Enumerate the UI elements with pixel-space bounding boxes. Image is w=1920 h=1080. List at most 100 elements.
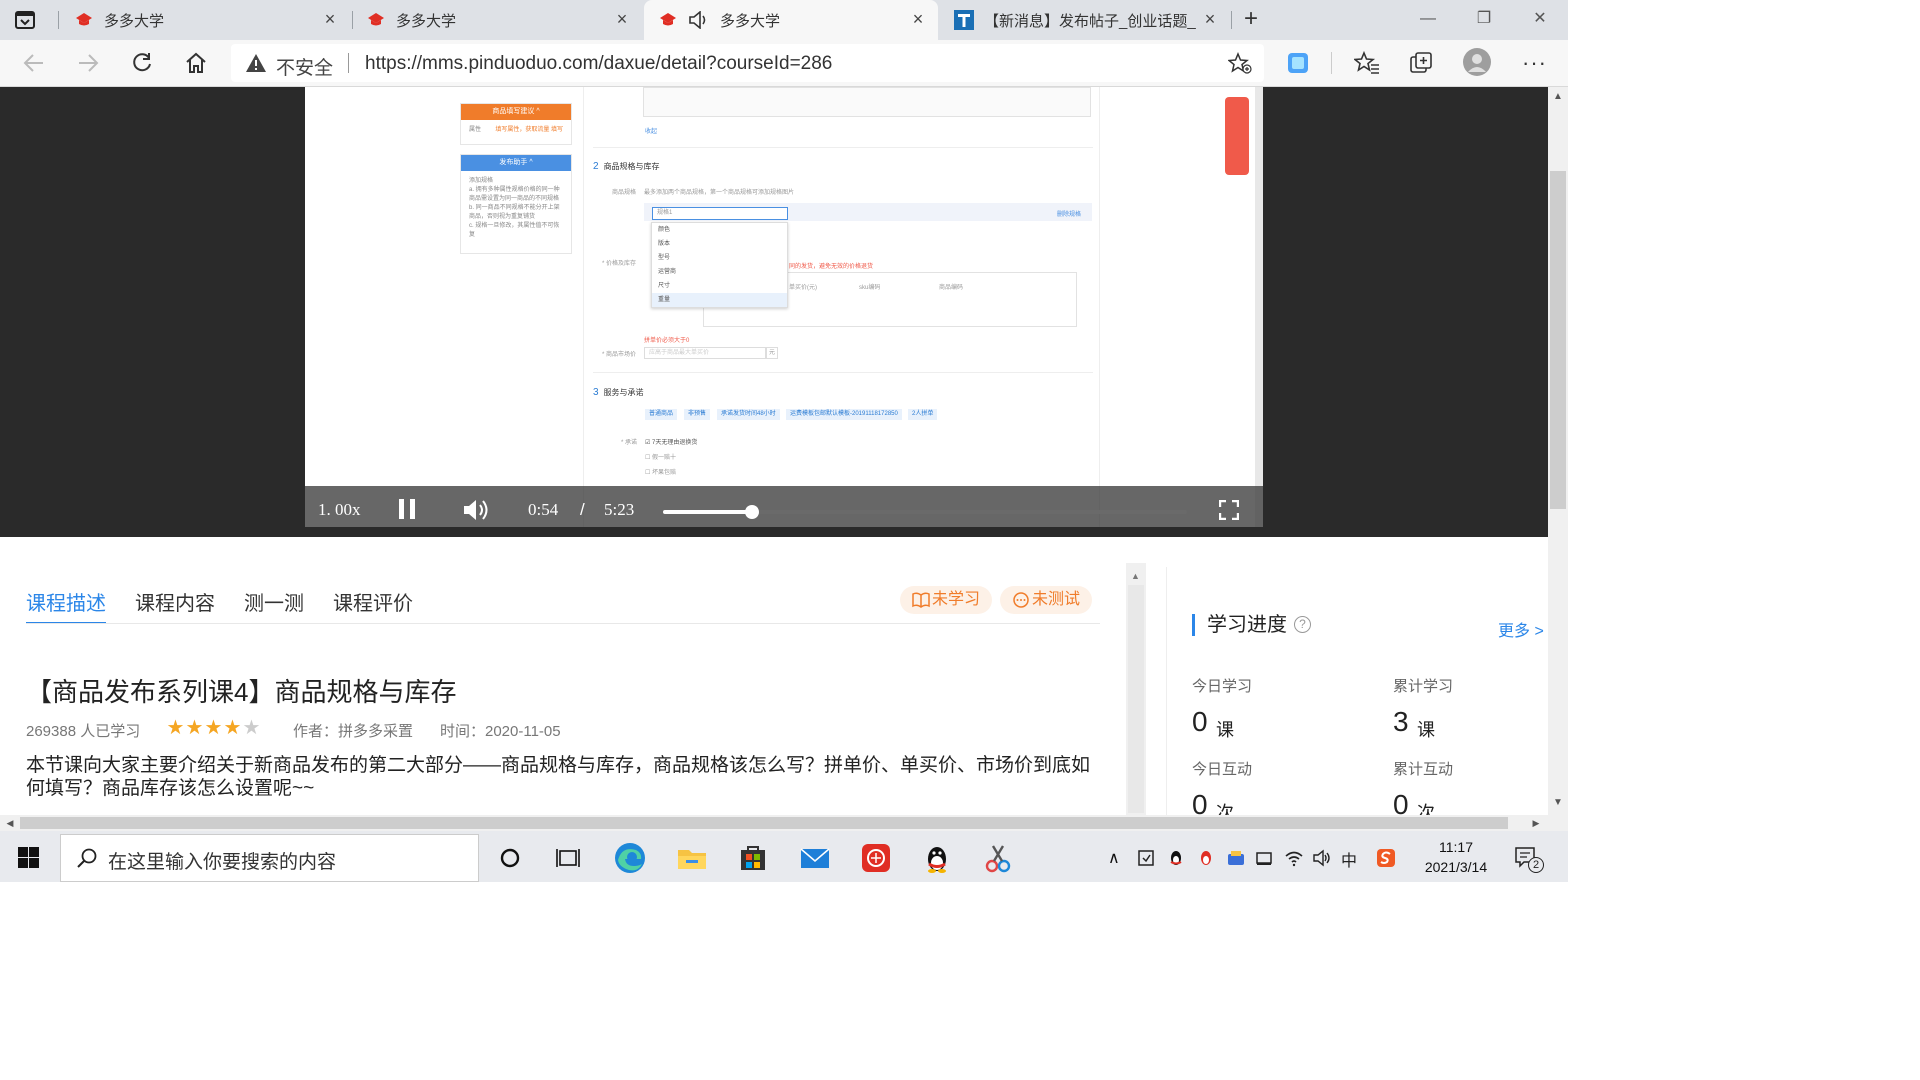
add-favorite-star-icon[interactable]: [1228, 52, 1252, 74]
clock-date: 2021/3/14: [1424, 859, 1488, 875]
scroll-right-arrow-icon[interactable]: ▶: [1530, 817, 1542, 829]
scroll-up-arrow-icon[interactable]: ▲: [1131, 571, 1140, 581]
wifi-icon[interactable]: [1284, 848, 1304, 868]
content-scrollbar-thumb[interactable]: [1128, 585, 1144, 813]
scroll-left-arrow-icon[interactable]: ◀: [4, 817, 16, 829]
browser-tab-1[interactable]: 多多大学 ×: [60, 0, 350, 40]
page-vertical-scrollbar[interactable]: ▲ ▼: [1548, 87, 1568, 815]
extension-icon[interactable]: [1285, 50, 1311, 76]
back-arrow-icon[interactable]: [21, 50, 47, 76]
video-frame-card-title: 商品填写建议 ^: [461, 104, 571, 120]
clipboard-tray-icon[interactable]: [1136, 848, 1156, 868]
chat-bubble-icon: [1013, 592, 1029, 608]
audio-playing-icon[interactable]: [688, 11, 710, 29]
address-bar[interactable]: 不安全 https://mms.pinduoduo.com/daxue/deta…: [231, 44, 1264, 82]
page-scrollbar-thumb[interactable]: [1550, 171, 1566, 509]
browser-tab-4[interactable]: 【新消息】发布帖子_创业话题_ ×: [940, 0, 1230, 40]
star-filled-icon: ★: [185, 717, 204, 739]
close-tab-icon[interactable]: ×: [910, 10, 926, 28]
cortana-icon[interactable]: [490, 838, 530, 878]
profile-avatar-icon[interactable]: [1463, 48, 1491, 76]
taskbar-search-box[interactable]: 在这里输入你要搜索的内容: [60, 834, 479, 882]
warning-triangle-icon[interactable]: [245, 53, 267, 73]
edge-browser-icon[interactable]: [610, 838, 650, 878]
clock-time: 11:17: [1439, 839, 1473, 855]
settings-more-icon[interactable]: ···: [1522, 50, 1547, 76]
tab-course-review[interactable]: 课程评价: [333, 587, 413, 623]
browser-toolbar: 不安全 https://mms.pinduoduo.com/daxue/deta…: [0, 40, 1568, 87]
snipping-tool-icon[interactable]: [978, 838, 1018, 878]
test-status-badge: 未测试: [1000, 586, 1093, 614]
tab-quiz[interactable]: 测一测: [244, 587, 304, 623]
qq-penguin-icon[interactable]: [917, 838, 957, 878]
volume-icon[interactable]: [462, 498, 490, 522]
scroll-up-arrow-icon[interactable]: ▲: [1552, 91, 1564, 102]
video-frame-suggestion-card: 商品填写建议 ^ 属性 填写属性，获取流量 填写: [460, 103, 572, 145]
playback-speed-button[interactable]: 1. 00x: [318, 500, 361, 520]
dropdown-option: 型号: [658, 255, 671, 261]
favorites-list-icon[interactable]: [1354, 50, 1380, 76]
sogou-input-icon[interactable]: [1376, 848, 1396, 868]
restore-button[interactable]: ❐: [1472, 8, 1496, 30]
content-scrollbar[interactable]: ▲: [1126, 563, 1146, 815]
home-icon[interactable]: [183, 50, 209, 76]
reload-icon[interactable]: [129, 50, 155, 76]
tab-separator: [58, 11, 59, 29]
device-tray-icon[interactable]: [1254, 848, 1274, 868]
video-progress-handle[interactable]: [745, 505, 760, 519]
current-time: 0:54: [528, 500, 559, 519]
show-hidden-icons-chevron-icon[interactable]: ∧: [1108, 848, 1120, 868]
total-study-value: 3: [1393, 706, 1409, 737]
browser-tab-2[interactable]: 多多大学 ×: [352, 0, 642, 40]
minimize-button[interactable]: —: [1416, 8, 1440, 30]
video-frame-warning: 同的发货，避免无效的价格退货: [789, 264, 874, 270]
scroll-down-arrow-icon[interactable]: ▼: [1552, 797, 1564, 808]
windows-start-icon[interactable]: [18, 847, 39, 868]
horizontal-scrollbar-thumb[interactable]: [20, 817, 1508, 829]
help-question-icon[interactable]: ?: [1294, 616, 1311, 633]
close-tab-icon[interactable]: ×: [614, 10, 630, 28]
dropdown-option: 颜色: [658, 227, 671, 233]
today-interact-label: 今日互动: [1192, 761, 1253, 778]
close-window-button[interactable]: ✕: [1528, 8, 1552, 30]
qq-tray-icon[interactable]: [1166, 848, 1186, 868]
close-tab-icon[interactable]: ×: [1202, 10, 1218, 28]
video-frame-label: 商品规格: [612, 190, 637, 196]
dropdown-option: 运营商: [658, 269, 677, 275]
video-progress-fill: [663, 510, 753, 514]
more-link[interactable]: 更多 >: [1498, 617, 1544, 641]
section-number: 2: [593, 161, 599, 172]
pinduoduo-app-icon[interactable]: [856, 838, 896, 878]
video-progress-bar[interactable]: [663, 505, 1187, 519]
input-method-indicator[interactable]: 中: [1341, 847, 1357, 871]
forward-arrow-icon[interactable]: [75, 50, 101, 76]
today-interact-unit: 次: [1216, 803, 1234, 815]
new-tab-button[interactable]: +: [1240, 7, 1262, 31]
video-frame-tag: 普通商品: [645, 409, 678, 420]
security-status-label[interactable]: 不安全: [276, 53, 333, 80]
url-text[interactable]: https://mms.pinduoduo.com/daxue/detail?c…: [365, 53, 832, 75]
pause-icon[interactable]: [398, 499, 416, 519]
today-study-value: 0: [1192, 706, 1208, 737]
page-horizontal-scrollbar[interactable]: ◀ ▶: [0, 815, 1548, 831]
tab-course-description[interactable]: 课程描述: [26, 587, 106, 624]
task-view-icon[interactable]: [548, 838, 588, 878]
video-frame-text: a. 拥有多种属性规格价格的同一种商品需设置为同一商品的不同规格: [469, 187, 560, 202]
video-frame-delete-spec: 删除规格: [1057, 212, 1082, 218]
close-tab-icon[interactable]: ×: [322, 10, 338, 28]
time-separator: /: [580, 500, 585, 519]
app-tray-icon[interactable]: [1226, 848, 1246, 868]
tab-actions-icon[interactable]: [14, 10, 36, 30]
fullscreen-icon[interactable]: [1219, 500, 1239, 520]
file-explorer-icon[interactable]: [672, 838, 712, 878]
system-clock[interactable]: 11:17 2021/3/14: [1416, 837, 1496, 877]
mail-icon[interactable]: [795, 838, 835, 878]
browser-tab-3-active[interactable]: 多多大学 ×: [644, 0, 938, 40]
qq-tray-icon-2[interactable]: [1196, 848, 1216, 868]
speaker-volume-icon[interactable]: [1312, 848, 1332, 868]
microsoft-store-icon[interactable]: [733, 838, 773, 878]
video-frame-divider: [1099, 87, 1100, 527]
video-frame-label: * 商品市场价: [602, 352, 637, 358]
collections-icon[interactable]: [1408, 50, 1434, 76]
tab-course-content[interactable]: 课程内容: [135, 587, 215, 623]
